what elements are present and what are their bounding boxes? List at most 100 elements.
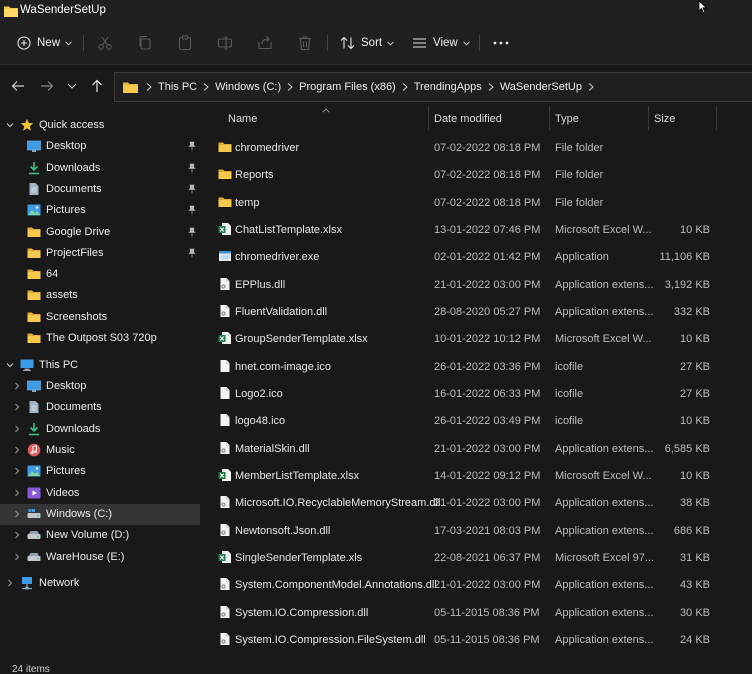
download-icon — [27, 161, 41, 175]
dll-file-icon — [218, 495, 232, 509]
file-name: temp — [235, 196, 260, 209]
column-divider[interactable] — [716, 106, 717, 130]
chevron-right-icon[interactable] — [12, 509, 22, 519]
nav-pc-item-downloads[interactable]: Downloads — [0, 419, 200, 440]
more-options-icon[interactable] — [492, 34, 510, 52]
nav-pc-item-warehouse-e[interactable]: WareHouse (E:) — [0, 547, 200, 568]
nav-pc-item-desktop[interactable]: Desktop — [0, 376, 200, 397]
nav-item-label: assets — [46, 289, 78, 302]
up-arrow-icon[interactable] — [89, 78, 105, 94]
nav-pc-item-windows-c[interactable]: Windows (C:) — [0, 503, 200, 525]
nav-item-projectfiles[interactable]: ProjectFiles — [0, 243, 200, 264]
chevron-right-icon[interactable] — [287, 83, 293, 91]
chevron-right-icon[interactable] — [12, 488, 22, 498]
chevron-right-icon[interactable] — [203, 83, 209, 91]
chevron-right-icon[interactable] — [402, 83, 408, 91]
file-row[interactable]: Microsoft.IO.RecyclableMemoryStream.dll 2… — [204, 489, 752, 516]
nav-pc-item-videos[interactable]: Videos — [0, 483, 200, 504]
breadcrumb-this-pc[interactable]: This PC — [158, 81, 197, 93]
column-divider[interactable] — [428, 106, 429, 130]
file-row[interactable]: MemberListTemplate.xlsx 14-01-2022 09:12 … — [204, 462, 752, 489]
column-date-modified[interactable]: Date modified — [434, 113, 502, 125]
column-divider[interactable] — [549, 106, 550, 130]
nav-pc-item-documents[interactable]: Documents — [0, 397, 200, 418]
rename-icon[interactable] — [216, 34, 234, 52]
view-button[interactable]: View — [412, 32, 470, 54]
chevron-right-icon[interactable] — [12, 402, 22, 412]
delete-icon[interactable] — [296, 34, 314, 52]
copy-icon[interactable] — [136, 34, 154, 52]
nav-item-pictures[interactable]: Pictures — [0, 200, 200, 221]
chevron-right-icon[interactable] — [12, 466, 22, 476]
forward-arrow-icon[interactable] — [39, 78, 55, 94]
chevron-right-icon[interactable] — [5, 578, 15, 588]
file-row[interactable]: System.IO.Compression.FileSystem.dll 05-1… — [204, 626, 752, 653]
chevron-right-icon[interactable] — [588, 83, 594, 91]
file-row[interactable]: chromedriver 07-02-2022 08:18 PM File fold… — [204, 134, 752, 161]
nav-item-desktop[interactable]: Desktop — [0, 136, 200, 157]
nav-this-pc[interactable]: This PC — [0, 355, 200, 376]
file-row[interactable]: Newtonsoft.Json.dll 17-03-2021 08:03 PM Ap… — [204, 517, 752, 544]
sort-label: Sort — [361, 37, 383, 49]
nav-item-documents[interactable]: Documents — [0, 179, 200, 200]
recent-locations-chevron-icon[interactable] — [66, 80, 78, 92]
file-row[interactable]: System.ComponentModel.Annotations.dll 21-… — [204, 571, 752, 598]
nav-network[interactable]: Network — [0, 573, 200, 594]
document-icon — [27, 182, 41, 196]
chevron-right-icon[interactable] — [12, 530, 22, 540]
breadcrumb-program-files[interactable]: Program Files (x86) — [299, 81, 396, 93]
file-row[interactable]: Logo2.ico 16-01-2022 06:33 PM icofile 27 KB — [204, 380, 752, 407]
title-bar: WaSenderSetUp — [0, 0, 752, 22]
file-row[interactable]: logo48.ico 26-01-2022 03:49 PM icofile 10 K… — [204, 407, 752, 434]
chevron-right-icon[interactable] — [12, 424, 22, 434]
chevron-down-icon[interactable] — [5, 120, 15, 130]
nav-item-screenshots[interactable]: Screenshots — [0, 307, 200, 328]
nav-item-downloads[interactable]: Downloads — [0, 158, 200, 179]
chevron-right-icon[interactable] — [12, 381, 22, 391]
file-row[interactable]: System.IO.Compression.dll 05-11-2015 08:3… — [204, 599, 752, 626]
back-arrow-icon[interactable] — [10, 78, 26, 94]
column-size[interactable]: Size — [654, 113, 675, 125]
column-name[interactable]: Name — [228, 113, 257, 125]
share-icon[interactable] — [256, 34, 274, 52]
toolbar-divider — [83, 35, 84, 51]
chevron-right-icon[interactable] — [12, 552, 22, 562]
nav-item-assets[interactable]: assets — [0, 285, 200, 306]
view-list-icon — [413, 38, 426, 48]
breadcrumb-wasendersetup[interactable]: WaSenderSetUp — [500, 81, 582, 93]
file-row[interactable]: temp 07-02-2022 08:18 PM File folder — [204, 189, 752, 216]
chevron-down-icon[interactable] — [5, 360, 15, 370]
breadcrumb-windows-c[interactable]: Windows (C:) — [215, 81, 281, 93]
breadcrumb-trendingapps[interactable]: TrendingApps — [414, 81, 482, 93]
file-row[interactable]: MaterialSkin.dll 21-01-2022 03:00 PM Appli… — [204, 435, 752, 462]
nav-item-the-outpost-s03-720p[interactable]: The Outpost S03 720p — [0, 328, 200, 349]
nav-item-label: Desktop — [46, 380, 87, 393]
file-row[interactable]: SingleSenderTemplate.xls 22-08-2021 06:37… — [204, 544, 752, 571]
nav-pc-item-music[interactable]: Music — [0, 440, 200, 461]
chevron-right-icon[interactable] — [488, 83, 494, 91]
nav-item-google-drive[interactable]: Google Drive — [0, 222, 200, 243]
file-row[interactable]: chromedriver.exe 02-01-2022 01:42 PM Appli… — [204, 243, 752, 270]
status-bar: 24 items — [0, 662, 752, 674]
file-row[interactable]: FluentValidation.dll 28-08-2020 05:27 PM A… — [204, 298, 752, 325]
file-row[interactable]: GroupSenderTemplate.xlsx 10-01-2022 10:12… — [204, 325, 752, 352]
file-row[interactable]: EPPlus.dll 21-01-2022 03:00 PM Application… — [204, 271, 752, 298]
cut-icon[interactable] — [96, 34, 114, 52]
nav-quick-access[interactable]: Quick access — [0, 115, 200, 136]
nav-item-64[interactable]: 64 — [0, 264, 200, 285]
address-bar[interactable]: This PC Windows (C:) Program Files (x86)… — [114, 72, 752, 102]
chevron-right-icon[interactable] — [12, 445, 22, 455]
new-button[interactable]: New — [17, 32, 72, 54]
excel-file-icon — [218, 222, 232, 236]
file-name: SingleSenderTemplate.xls — [235, 551, 363, 564]
nav-item-label: Pictures — [46, 465, 86, 478]
paste-icon[interactable] — [176, 34, 194, 52]
sort-button[interactable]: Sort — [340, 32, 394, 54]
column-divider[interactable] — [648, 106, 649, 130]
nav-pc-item-pictures[interactable]: Pictures — [0, 461, 200, 482]
file-row[interactable]: ChatListTemplate.xlsx 13-01-2022 07:46 PM… — [204, 216, 752, 243]
file-row[interactable]: Reports 07-02-2022 08:18 PM File folder — [204, 161, 752, 188]
column-type[interactable]: Type — [555, 113, 579, 125]
nav-pc-item-new-volume-d[interactable]: New Volume (D:) — [0, 525, 200, 546]
file-row[interactable]: hnet.com-image.ico 26-01-2022 03:36 PM ico… — [204, 353, 752, 380]
